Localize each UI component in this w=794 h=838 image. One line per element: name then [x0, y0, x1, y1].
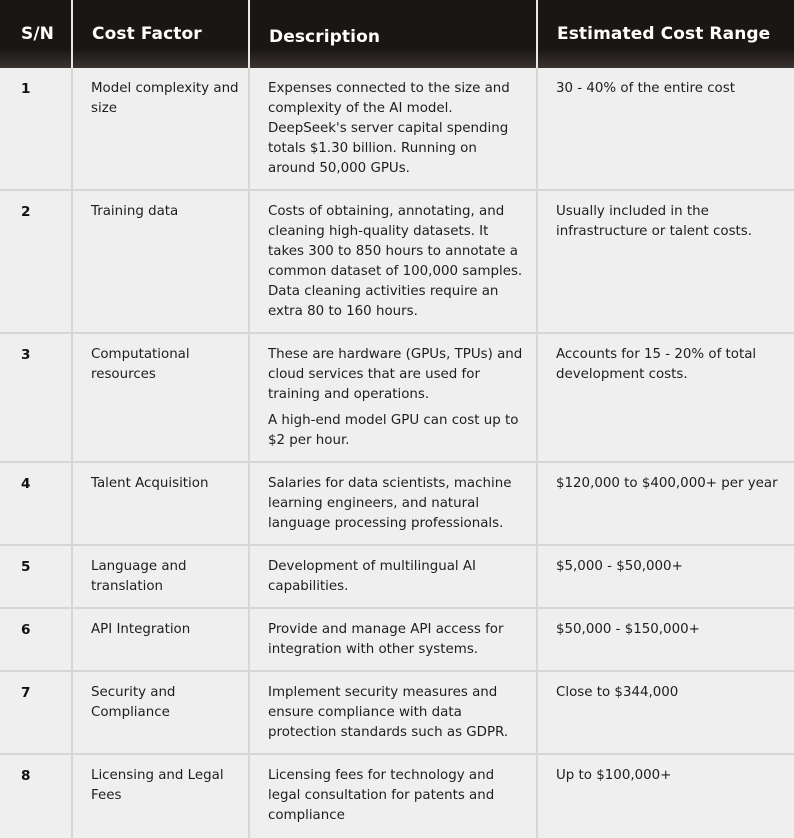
cost-factor-table: S/N Cost Factor Description Estimated Co…: [0, 0, 794, 838]
header-estimated-cost-range: Estimated Cost Range: [537, 0, 794, 68]
description-text: Licensing fees for technology and legal …: [268, 768, 495, 823]
row-estimated-cost: $5,000 - $50,000+: [537, 545, 794, 609]
row-sn: 2: [0, 190, 73, 334]
table-body: 1 Model complexity and size Expenses con…: [0, 68, 794, 838]
description-text: Development of multilingual AI capabilit…: [268, 559, 476, 594]
row-sn: 6: [0, 608, 73, 672]
row-cost-factor: Talent Acquisition: [72, 462, 250, 546]
description-text: Implement security measures and ensure c…: [268, 685, 509, 740]
description-text: Costs of obtaining, annotating, and clea…: [268, 204, 523, 319]
row-description: Development of multilingual AI capabilit…: [249, 545, 538, 609]
row-estimated-cost: Accounts for 15 - 20% of total developme…: [537, 333, 794, 463]
table-row: 8 Licensing and Legal Fees Licensing fee…: [0, 754, 794, 838]
row-sn: 5: [0, 545, 73, 609]
row-cost-factor: Training data: [72, 190, 250, 334]
header-row: S/N Cost Factor Description Estimated Co…: [0, 0, 794, 68]
description-text: Salaries for data scientists, machine le…: [268, 476, 512, 531]
row-estimated-cost: Close to $344,000: [537, 671, 794, 755]
row-description: Provide and manage API access for integr…: [249, 608, 538, 672]
row-description: These are hardware (GPUs, TPUs) and clou…: [249, 333, 538, 463]
row-cost-factor: Security and Compliance: [72, 671, 250, 755]
row-cost-factor: Computational resources: [72, 333, 250, 463]
row-description: Licensing fees for technology and legal …: [249, 754, 538, 838]
row-estimated-cost: Up to $100,000+: [537, 754, 794, 838]
header-description: Description: [249, 0, 538, 68]
row-description: Costs of obtaining, annotating, and clea…: [249, 190, 538, 334]
description-text: Provide and manage API access for integr…: [268, 622, 504, 657]
row-estimated-cost: $120,000 to $400,000+ per year: [537, 462, 794, 546]
description-text: These are hardware (GPUs, TPUs) and clou…: [268, 347, 523, 402]
row-estimated-cost: 30 - 40% of the entire cost: [537, 68, 794, 191]
row-sn: 3: [0, 333, 73, 463]
header-cost-factor: Cost Factor: [72, 0, 250, 68]
table-row: 1 Model complexity and size Expenses con…: [0, 68, 794, 191]
row-description: Expenses connected to the size and compl…: [249, 68, 538, 191]
table-row: 3 Computational resources These are hard…: [0, 333, 794, 463]
table-row: 5 Language and translation Development o…: [0, 545, 794, 609]
row-description: Salaries for data scientists, machine le…: [249, 462, 538, 546]
table-row: 6 API Integration Provide and manage API…: [0, 608, 794, 672]
row-estimated-cost: $50,000 - $150,000+: [537, 608, 794, 672]
description-extra-text: A high-end model GPU can cost up to $2 p…: [268, 413, 519, 448]
description-text: Expenses connected to the size and compl…: [268, 81, 510, 176]
cost-factor-table-container: S/N Cost Factor Description Estimated Co…: [0, 0, 794, 838]
table-row: 2 Training data Costs of obtaining, anno…: [0, 190, 794, 334]
row-cost-factor: API Integration: [72, 608, 250, 672]
row-cost-factor: Language and translation: [72, 545, 250, 609]
row-cost-factor: Licensing and Legal Fees: [72, 754, 250, 838]
table-row: 7 Security and Compliance Implement secu…: [0, 671, 794, 755]
row-sn: 8: [0, 754, 73, 838]
row-sn: 4: [0, 462, 73, 546]
row-cost-factor: Model complexity and size: [72, 68, 250, 191]
row-sn: 7: [0, 671, 73, 755]
header-sn: S/N: [0, 0, 73, 68]
table-row: 4 Talent Acquisition Salaries for data s…: [0, 462, 794, 546]
row-sn: 1: [0, 68, 73, 191]
row-estimated-cost: Usually included in the infrastructure o…: [537, 190, 794, 334]
table-header: S/N Cost Factor Description Estimated Co…: [0, 0, 794, 68]
row-description: Implement security measures and ensure c…: [249, 671, 538, 755]
